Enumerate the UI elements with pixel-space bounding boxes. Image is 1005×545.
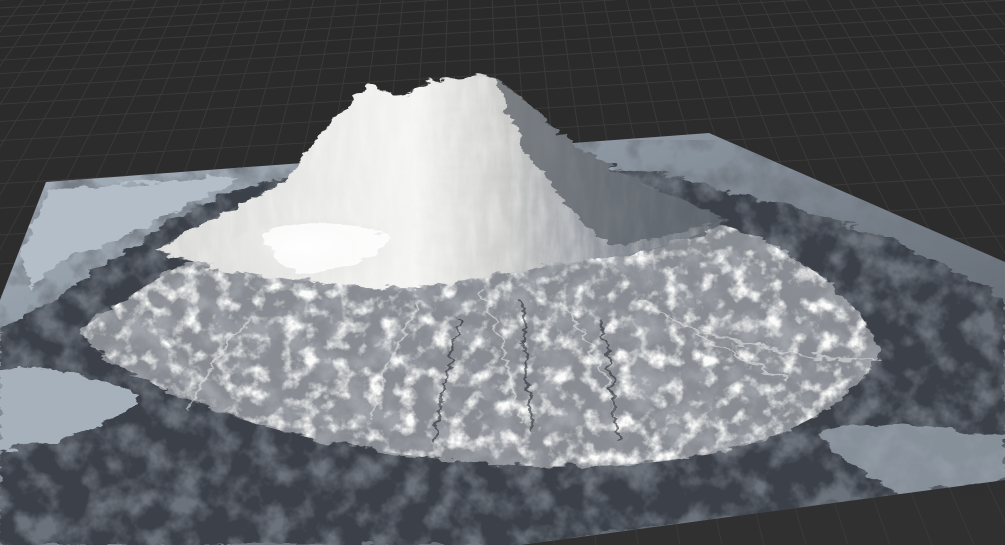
viewport-scene — [0, 0, 1005, 545]
3d-viewport[interactable] — [0, 0, 1005, 545]
